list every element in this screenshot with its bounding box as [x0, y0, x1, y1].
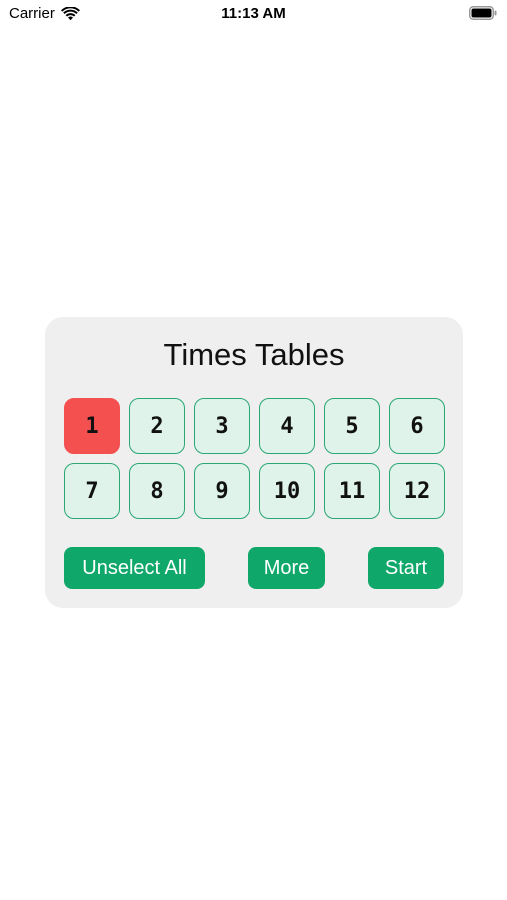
number-button-11[interactable]: 11	[324, 463, 380, 519]
times-tables-card: Times Tables 1 2 3 4 5 6 7 8 9 10 11 12 Unselect Al…	[45, 317, 463, 608]
clock: 11:13 AM	[221, 5, 286, 22]
start-button[interactable]: Start	[368, 547, 444, 589]
unselect-all-button[interactable]: Unselect All	[64, 547, 205, 589]
number-button-6[interactable]: 6	[389, 398, 445, 454]
number-button-2[interactable]: 2	[129, 398, 185, 454]
card-title: Times Tables	[163, 337, 345, 372]
more-button[interactable]: More	[248, 547, 325, 589]
number-button-1[interactable]: 1	[64, 398, 120, 454]
number-button-12[interactable]: 12	[389, 463, 445, 519]
status-bar: Carrier 11:13 AM	[0, 0, 507, 28]
number-button-3[interactable]: 3	[194, 398, 250, 454]
battery-icon	[469, 6, 497, 20]
number-button-10[interactable]: 10	[259, 463, 315, 519]
number-button-7[interactable]: 7	[64, 463, 120, 519]
number-grid: 1 2 3 4 5 6 7 8 9 10 11 12	[64, 398, 445, 519]
number-button-5[interactable]: 5	[324, 398, 380, 454]
number-button-4[interactable]: 4	[259, 398, 315, 454]
number-button-8[interactable]: 8	[129, 463, 185, 519]
number-button-9[interactable]: 9	[194, 463, 250, 519]
